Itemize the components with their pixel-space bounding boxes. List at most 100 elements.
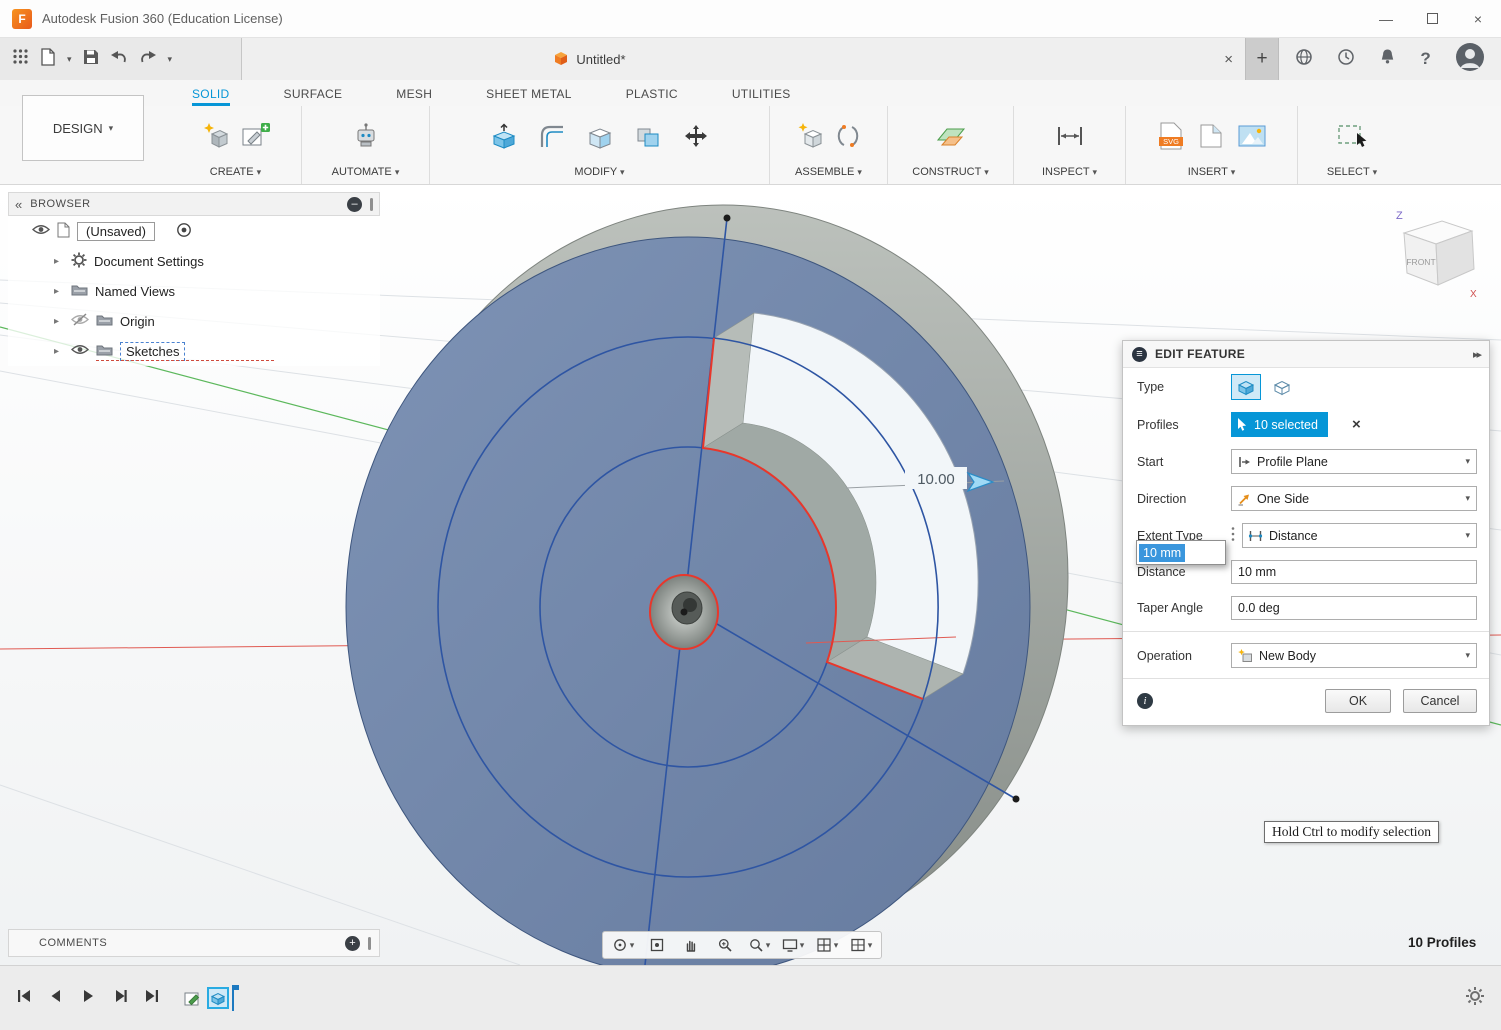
item-label[interactable]: Origin xyxy=(120,314,155,329)
cancel-button[interactable]: Cancel xyxy=(1403,689,1477,713)
tab-plastic[interactable]: PLASTIC xyxy=(626,87,678,106)
expand-caret-icon[interactable]: ▸ xyxy=(54,256,64,267)
modify-menu[interactable]: MODIFY ▾ xyxy=(438,166,761,181)
minimize-button[interactable]: — xyxy=(1363,0,1409,38)
expand-caret-icon[interactable]: ▸ xyxy=(54,316,64,327)
timeline-go-to-end-button[interactable] xyxy=(144,988,160,1009)
maximize-button[interactable] xyxy=(1409,0,1455,38)
fit-icon[interactable]: ▾ xyxy=(742,932,776,958)
timeline-go-to-start-button[interactable] xyxy=(16,988,32,1009)
extrude-type-thin-button[interactable] xyxy=(1267,374,1297,400)
timeline-playhead[interactable] xyxy=(232,985,234,1011)
start-select[interactable]: Profile Plane ▾ xyxy=(1231,449,1477,474)
document-tab-close-icon[interactable]: × xyxy=(1224,51,1233,68)
new-tab-button[interactable]: + xyxy=(1245,38,1279,80)
construct-menu[interactable]: CONSTRUCT ▾ xyxy=(896,166,1005,181)
timeline-sketch-feature[interactable] xyxy=(182,987,204,1009)
browser-grip-handle[interactable] xyxy=(370,198,373,211)
app-grid-icon[interactable] xyxy=(12,48,29,70)
construct-plane-icon[interactable] xyxy=(936,123,966,154)
close-button[interactable]: × xyxy=(1455,0,1501,38)
dialog-menu-icon[interactable]: ≡ xyxy=(1132,347,1147,362)
distance-input[interactable]: 10 mm xyxy=(1231,560,1477,584)
direction-select[interactable]: One Side ▾ xyxy=(1231,486,1477,511)
select-menu[interactable]: SELECT ▾ xyxy=(1306,166,1398,181)
add-comment-icon[interactable]: + xyxy=(345,936,360,951)
timeline-step-forward-button[interactable] xyxy=(112,988,128,1009)
automate-menu[interactable]: AUTOMATE ▾ xyxy=(310,166,421,181)
browser-item-origin[interactable]: ▸ Origin xyxy=(8,306,380,336)
browser-collapse-icon[interactable]: « xyxy=(15,197,22,212)
select-icon[interactable] xyxy=(1337,122,1367,155)
pan-hand-icon[interactable] xyxy=(674,932,708,958)
info-icon[interactable]: i xyxy=(1137,693,1153,709)
expand-caret-icon[interactable]: ▸ xyxy=(54,286,64,297)
extent-type-select[interactable]: Distance ▾ xyxy=(1242,523,1477,548)
timeline-step-back-button[interactable] xyxy=(48,988,64,1009)
automate-icon[interactable] xyxy=(352,122,380,155)
visibility-eye-icon[interactable] xyxy=(71,343,89,359)
item-label[interactable]: Sketches xyxy=(120,342,185,361)
visibility-eye-off-icon[interactable] xyxy=(71,313,89,329)
orbit-icon[interactable]: ▾ xyxy=(606,932,640,958)
timeline-settings-gear-icon[interactable] xyxy=(1465,986,1485,1011)
dimension-value[interactable]: 10.00 xyxy=(917,471,955,488)
zoom-icon[interactable] xyxy=(708,932,742,958)
drag-dots-icon[interactable] xyxy=(1231,526,1235,545)
display-settings-icon[interactable]: ▾ xyxy=(776,932,810,958)
shell-icon[interactable] xyxy=(587,123,613,154)
expand-caret-icon[interactable]: ▸ xyxy=(54,346,64,357)
activate-radio-icon[interactable] xyxy=(176,222,192,241)
distance-inline-input[interactable]: 10 mm xyxy=(1136,540,1226,565)
insert-svg-icon[interactable]: SVG xyxy=(1158,122,1184,155)
press-pull-icon[interactable] xyxy=(491,123,517,154)
redo-icon[interactable] xyxy=(139,49,157,70)
timeline-extrude-feature[interactable] xyxy=(207,987,229,1009)
tab-surface[interactable]: SURFACE xyxy=(284,87,343,106)
viewports-icon[interactable]: ▾ xyxy=(844,932,878,958)
document-tab[interactable]: Untitled* × xyxy=(242,38,1245,80)
tab-solid[interactable]: SOLID xyxy=(192,87,230,106)
file-menu-caret-icon[interactable]: ▾ xyxy=(67,54,72,65)
job-status-clock-icon[interactable] xyxy=(1337,48,1355,71)
undo-icon[interactable] xyxy=(110,49,128,70)
user-avatar[interactable] xyxy=(1455,42,1485,77)
redo-caret-icon[interactable]: ▾ xyxy=(168,54,173,65)
notifications-bell-icon[interactable] xyxy=(1379,48,1396,70)
browser-item-sketches[interactable]: ▸ Sketches xyxy=(8,336,380,366)
create-menu[interactable]: CREATE ▾ xyxy=(178,166,293,181)
look-at-icon[interactable] xyxy=(640,932,674,958)
save-icon[interactable] xyxy=(83,49,99,70)
move-copy-icon[interactable] xyxy=(683,123,709,154)
comments-panel[interactable]: COMMENTS + xyxy=(8,929,380,957)
assemble-menu[interactable]: ASSEMBLE ▾ xyxy=(778,166,879,181)
grid-settings-icon[interactable]: ▾ xyxy=(810,932,844,958)
view-cube[interactable]: Z FRONT X xyxy=(1390,207,1482,308)
browser-options-icon[interactable]: – xyxy=(347,197,362,212)
ok-button[interactable]: OK xyxy=(1325,689,1391,713)
visibility-eye-icon[interactable] xyxy=(32,223,50,239)
clear-selection-icon[interactable]: × xyxy=(1352,416,1361,433)
new-body-icon[interactable] xyxy=(201,122,231,155)
help-icon[interactable]: ? xyxy=(1420,49,1430,69)
dialog-collapse-icon[interactable]: ▸▸ xyxy=(1473,348,1480,361)
combine-icon[interactable] xyxy=(635,123,661,154)
viewcube-front-label[interactable]: FRONT xyxy=(1406,257,1435,267)
root-document-label[interactable]: (Unsaved) xyxy=(77,222,155,241)
item-label[interactable]: Named Views xyxy=(95,284,175,299)
tab-sheet-metal[interactable]: SHEET METAL xyxy=(486,87,572,106)
insert-canvas-icon[interactable] xyxy=(1238,124,1266,153)
new-component-icon[interactable] xyxy=(796,122,824,155)
item-label[interactable]: Document Settings xyxy=(94,254,204,269)
extensions-globe-icon[interactable] xyxy=(1295,48,1313,71)
timeline-play-button[interactable] xyxy=(80,988,96,1009)
inspect-menu[interactable]: INSPECT ▾ xyxy=(1022,166,1117,181)
browser-root-row[interactable]: (Unsaved) xyxy=(8,216,380,246)
browser-item-named-views[interactable]: ▸ Named Views xyxy=(8,276,380,306)
insert-decal-icon[interactable] xyxy=(1198,123,1224,154)
extrude-type-one-side-button[interactable] xyxy=(1231,374,1261,400)
tab-utilities[interactable]: UTILITIES xyxy=(732,87,791,106)
taper-angle-input[interactable]: 0.0 deg xyxy=(1231,596,1477,620)
browser-item-document-settings[interactable]: ▸ Document Settings xyxy=(8,246,380,276)
insert-menu[interactable]: INSERT ▾ xyxy=(1134,166,1289,181)
